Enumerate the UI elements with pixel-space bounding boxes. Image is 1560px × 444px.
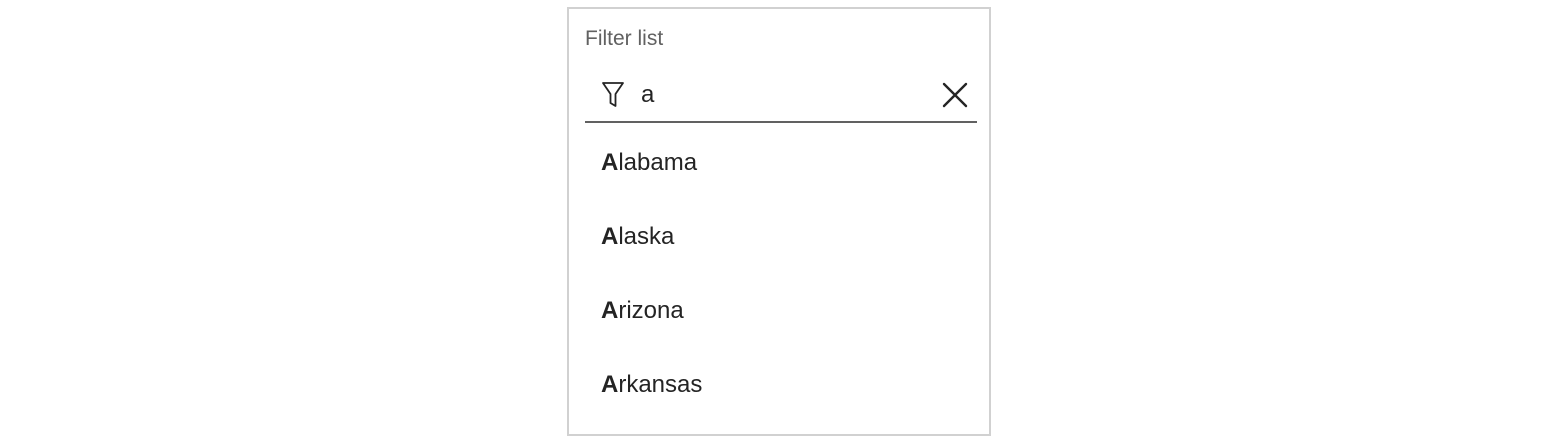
list-item-arkansas[interactable]: Arkansas: [601, 361, 702, 435]
filtered-results-list: Alabama Alaska Arizona Arkansas: [601, 139, 702, 435]
match-highlight: A: [601, 371, 619, 398]
match-highlight: A: [601, 149, 619, 176]
item-text: rizona: [618, 297, 684, 324]
clear-filter-button[interactable]: [939, 79, 971, 111]
filter-icon: [602, 82, 624, 107]
list-item-arizona[interactable]: Arizona: [601, 287, 702, 361]
filter-list-panel: Filter list Alabama Alaska Arizona Arkan…: [567, 7, 991, 436]
item-text: laska: [618, 223, 675, 250]
filter-search-field[interactable]: [585, 69, 977, 123]
match-highlight: A: [601, 297, 619, 324]
filter-list-label: Filter list: [585, 27, 664, 50]
match-highlight: A: [601, 223, 619, 250]
close-icon: [942, 82, 968, 108]
list-item-alaska[interactable]: Alaska: [601, 213, 702, 287]
item-text: rkansas: [618, 371, 703, 398]
list-item-alabama[interactable]: Alabama: [601, 139, 702, 213]
item-text: labama: [618, 149, 698, 176]
filter-search-input[interactable]: [641, 79, 921, 111]
